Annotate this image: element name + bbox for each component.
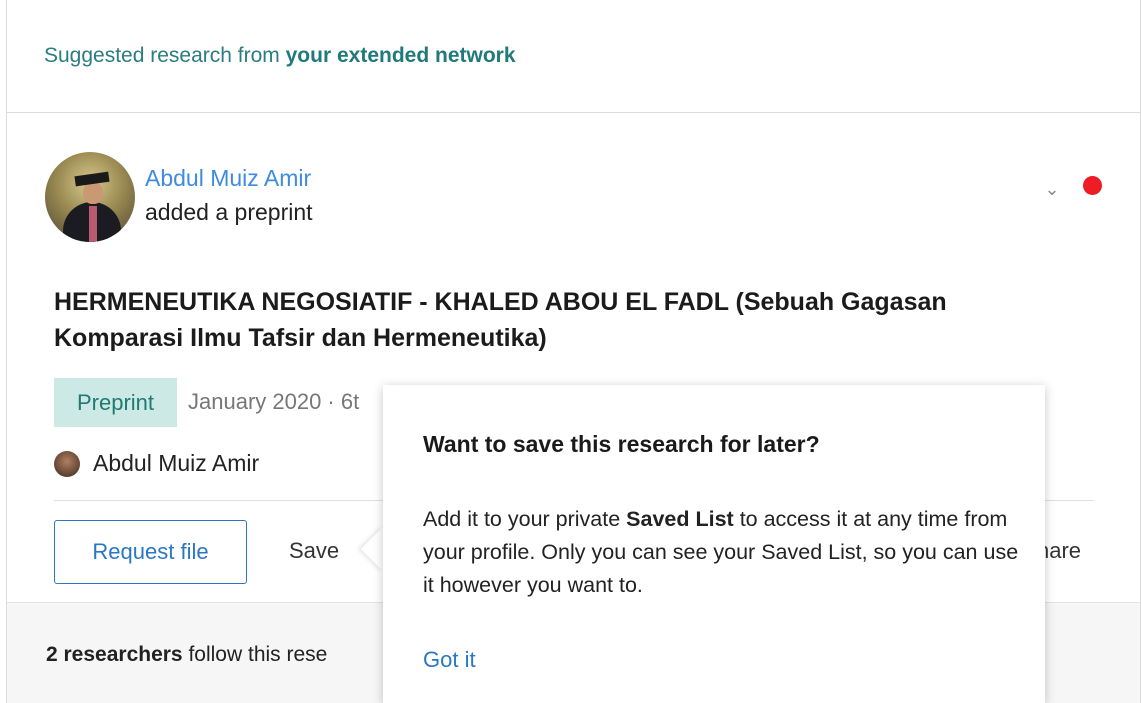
- save-tip-popover: Want to save this research for later? Ad…: [383, 385, 1045, 703]
- author-name-link[interactable]: Abdul Muiz Amir: [145, 165, 311, 192]
- suggestion-prefix: Suggested research from: [44, 44, 286, 67]
- popover-title: Want to save this research for later?: [423, 431, 820, 457]
- author-action-text: added a preprint: [145, 199, 313, 225]
- popover-body: Add it to your private Saved List to acc…: [423, 503, 1023, 602]
- suggestion-text: Suggested research from your extended ne…: [44, 44, 516, 68]
- suggestion-emphasis[interactable]: your extended network: [286, 44, 516, 67]
- got-it-button[interactable]: Got it: [423, 647, 476, 673]
- followers-count[interactable]: 2 researchers: [46, 643, 183, 666]
- author-avatar[interactable]: [45, 152, 135, 242]
- followers-rest: follow this rese: [182, 643, 328, 666]
- chevron-down-icon[interactable]: ⌄: [1041, 178, 1063, 200]
- publication-meta: January 2020 · 6t: [188, 389, 360, 414]
- save-button[interactable]: Save: [289, 538, 339, 564]
- followers-text: 2 researchers follow this rese: [46, 643, 386, 667]
- author-line-name[interactable]: Abdul Muiz Amir: [93, 450, 259, 477]
- popover-body-prefix: Add it to your private: [423, 507, 627, 531]
- preprint-badge: Preprint: [54, 378, 177, 427]
- popover-body-bold: Saved List: [626, 507, 734, 531]
- request-file-button[interactable]: Request file: [54, 520, 247, 584]
- research-title[interactable]: HERMENEUTIKA NEGOSIATIF - KHALED ABOU EL…: [54, 284, 1064, 356]
- red-dot-icon: [1083, 176, 1102, 195]
- suggestion-header: Suggested research from your extended ne…: [7, 0, 1140, 113]
- author-small-avatar[interactable]: [54, 451, 80, 477]
